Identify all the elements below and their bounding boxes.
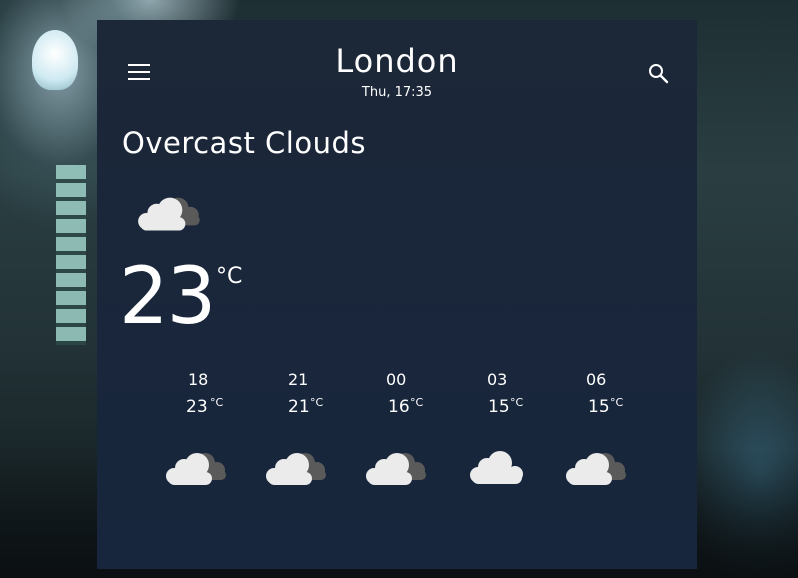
overcast-clouds-icon bbox=[166, 453, 226, 485]
date-time: Thu, 17:35 bbox=[361, 85, 433, 100]
street-lamp bbox=[32, 30, 78, 90]
forecast-hour: 18 bbox=[188, 370, 209, 389]
cloud-icon bbox=[470, 451, 523, 484]
forecast-unit: °C bbox=[210, 396, 224, 409]
lit-building bbox=[56, 165, 86, 345]
overcast-clouds-icon bbox=[566, 453, 626, 485]
forecast-temperature: 16 bbox=[388, 397, 410, 417]
search-icon[interactable] bbox=[647, 62, 671, 86]
overcast-clouds-icon bbox=[366, 453, 426, 485]
overcast-clouds-icon bbox=[266, 453, 326, 485]
weather-condition: Overcast Clouds bbox=[122, 126, 366, 160]
search-icon-glyph bbox=[649, 64, 669, 84]
forecast-hour: 21 bbox=[288, 370, 309, 389]
forecast-temperature: 23 bbox=[186, 397, 208, 417]
forecast-unit: °C bbox=[310, 396, 324, 409]
forecast-unit: °C bbox=[510, 396, 524, 409]
forecast-unit: °C bbox=[610, 396, 624, 409]
forecast-hour: 03 bbox=[487, 370, 508, 389]
city-name: London bbox=[335, 42, 459, 80]
forecast-hour: 06 bbox=[586, 370, 607, 389]
current-temperature: 23 bbox=[119, 252, 216, 342]
forecast-hour: 00 bbox=[386, 370, 407, 389]
forecast-temperature: 21 bbox=[288, 397, 310, 417]
forecast-temperature: 15 bbox=[488, 397, 510, 417]
overcast-clouds-icon bbox=[138, 197, 200, 231]
forecast-unit: °C bbox=[410, 396, 424, 409]
forecast-temperature: 15 bbox=[588, 397, 610, 417]
weather-card: London Thu, 17:35 Overcast Clouds 23 °C … bbox=[97, 20, 697, 569]
temperature-unit: °C bbox=[216, 264, 243, 289]
